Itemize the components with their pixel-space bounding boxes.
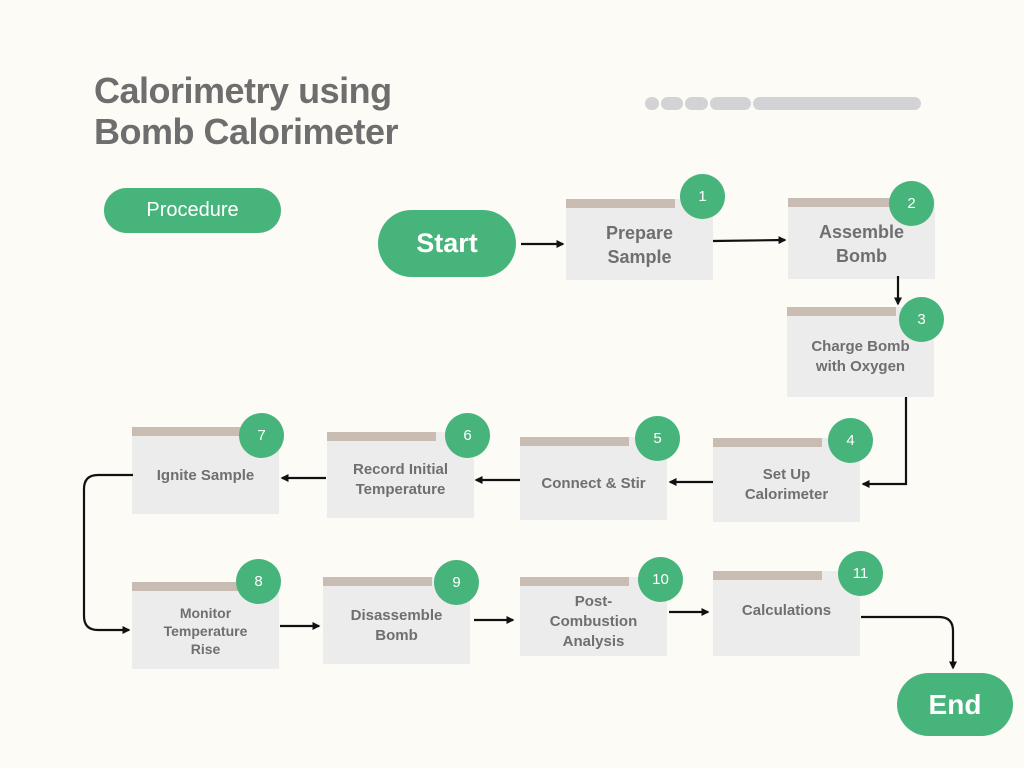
flow-connectors [82, 236, 957, 670]
arrow-1-to-2 [712, 236, 787, 245]
arrow-11-to-end [861, 615, 957, 670]
arrow-3-to-4 [861, 397, 908, 488]
arrow-7-to-8 [82, 473, 133, 634]
